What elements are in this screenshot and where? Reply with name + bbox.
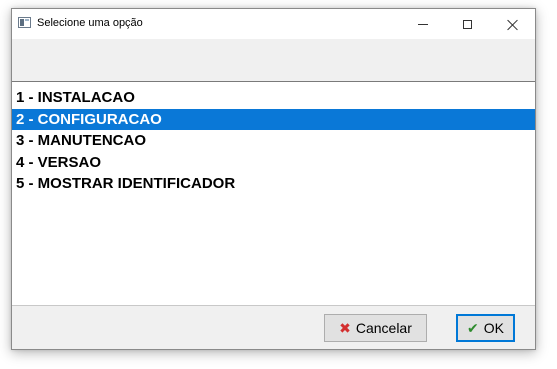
- header-area: [12, 39, 535, 81]
- check-icon: ✔: [467, 320, 479, 336]
- window-title: Selecione uma opção: [37, 17, 143, 29]
- close-button[interactable]: [490, 9, 535, 39]
- cancel-button-label: Cancelar: [355, 320, 412, 336]
- maximize-button[interactable]: [445, 9, 490, 39]
- minimize-button[interactable]: [400, 9, 445, 39]
- x-icon: ✖: [339, 320, 351, 336]
- options-list[interactable]: 1 - INSTALACAO 2 - CONFIGURACAO 3 - MANU…: [12, 81, 535, 306]
- maximize-icon: [463, 19, 472, 29]
- list-item-manutencao[interactable]: 3 - MANUTENCAO: [12, 130, 535, 152]
- button-bar: ✖ Cancelar ✔ OK: [12, 306, 535, 349]
- cancel-button[interactable]: ✖ Cancelar: [324, 314, 427, 342]
- dialog-window: Selecione uma opção 1 - INSTALACAO 2 - C…: [11, 8, 536, 350]
- list-item-versao[interactable]: 4 - VERSAO: [12, 152, 535, 174]
- list-item-instalacao[interactable]: 1 - INSTALACAO: [12, 87, 535, 109]
- list-item-configuracao[interactable]: 2 - CONFIGURACAO: [12, 108, 535, 130]
- ok-button-label: OK: [483, 320, 504, 336]
- title-bar[interactable]: Selecione uma opção: [12, 9, 535, 39]
- minimize-icon: [417, 23, 428, 25]
- app-icon: [18, 17, 31, 28]
- list-item-mostrar-identificador[interactable]: 5 - MOSTRAR IDENTIFICADOR: [12, 173, 535, 195]
- close-icon: [507, 19, 518, 30]
- ok-button[interactable]: ✔ OK: [456, 314, 515, 342]
